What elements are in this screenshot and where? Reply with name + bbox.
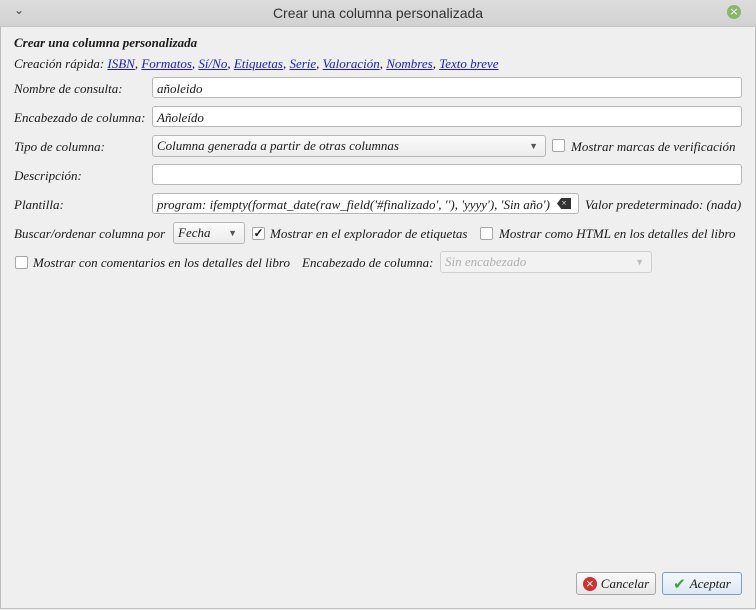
quick-create: Creación rápida: ISBN, Formatos, Sí/No, … bbox=[14, 56, 499, 71]
close-icon[interactable]: × bbox=[727, 5, 741, 19]
link-si-no[interactable]: Sí/No bbox=[198, 56, 227, 71]
comments-checkbox[interactable] bbox=[15, 256, 28, 269]
sort-label: Buscar/ordenar columna por bbox=[14, 226, 166, 241]
html-checkbox[interactable] bbox=[480, 227, 493, 240]
link-texto-breve[interactable]: Texto breve bbox=[439, 56, 498, 71]
link-serie[interactable]: Serie bbox=[289, 56, 316, 71]
column-type-value: Columna generada a partir de otras colum… bbox=[157, 138, 399, 153]
window-title: Crear una columna personalizada bbox=[272, 5, 484, 21]
dropdown-arrow-icon: ▼ bbox=[529, 141, 538, 151]
tag-browser-label: Mostrar en el explorador de etiquetas bbox=[270, 226, 468, 241]
column-heading-label: Encabezado de columna: bbox=[14, 110, 146, 125]
link-formatos[interactable]: Formatos bbox=[141, 56, 192, 71]
template-value: program: ifempty(format_date(raw_field('… bbox=[157, 197, 550, 212]
lookup-name-label: Nombre de consulta: bbox=[14, 81, 123, 96]
html-label: Mostrar como HTML en los detalles del li… bbox=[499, 226, 736, 241]
ok-button[interactable]: ✔ Aceptar bbox=[662, 572, 742, 595]
checkmarks-label: Mostrar marcas de verificación bbox=[571, 139, 736, 154]
column-type-select[interactable]: Columna generada a partir de otras colum… bbox=[152, 135, 546, 157]
cancel-label: Cancelar bbox=[600, 575, 650, 591]
column-type-label: Tipo de columna: bbox=[14, 139, 105, 154]
comments-heading-select[interactable]: Sin encabezado ▼ bbox=[440, 251, 652, 273]
template-input[interactable]: program: ifempty(format_date(raw_field('… bbox=[152, 193, 579, 214]
comments-label: Mostrar con comentarios en los detalles … bbox=[33, 255, 290, 270]
description-label: Descripción: bbox=[14, 168, 82, 183]
checkmark-icon: ✔ bbox=[673, 574, 686, 593]
dialog-heading: Crear una columna personalizada bbox=[14, 35, 198, 50]
checkmarks-checkbox[interactable] bbox=[552, 139, 565, 152]
lookup-name-input[interactable]: añoleido bbox=[152, 77, 742, 98]
description-input[interactable] bbox=[152, 164, 742, 185]
cancel-icon: × bbox=[582, 576, 597, 591]
dropdown-arrow-icon: ▼ bbox=[228, 228, 237, 238]
link-nombres[interactable]: Nombres bbox=[386, 56, 432, 71]
dropdown-arrow-icon: ▼ bbox=[635, 257, 644, 267]
link-etiquetas[interactable]: Etiquetas bbox=[234, 56, 283, 71]
template-label: Plantilla: bbox=[14, 197, 64, 212]
ok-label: Aceptar bbox=[689, 575, 731, 591]
default-value-label: Valor predeterminado: (nada) bbox=[585, 197, 742, 212]
tag-browser-checkbox[interactable]: ✓ bbox=[252, 227, 265, 240]
comments-heading-value: Sin encabezado bbox=[445, 254, 527, 269]
sort-value: Fecha bbox=[178, 225, 211, 240]
comments-heading-label: Encabezado de columna: bbox=[302, 255, 434, 270]
cancel-button[interactable]: × Cancelar bbox=[576, 572, 656, 595]
link-valoracion[interactable]: Valoración bbox=[323, 56, 380, 71]
sort-select[interactable]: Fecha ▼ bbox=[173, 222, 245, 244]
column-heading-input[interactable]: Añoleído bbox=[152, 106, 742, 127]
quick-create-label: Creación rápida: bbox=[14, 56, 105, 71]
link-isbn[interactable]: ISBN bbox=[107, 56, 134, 71]
